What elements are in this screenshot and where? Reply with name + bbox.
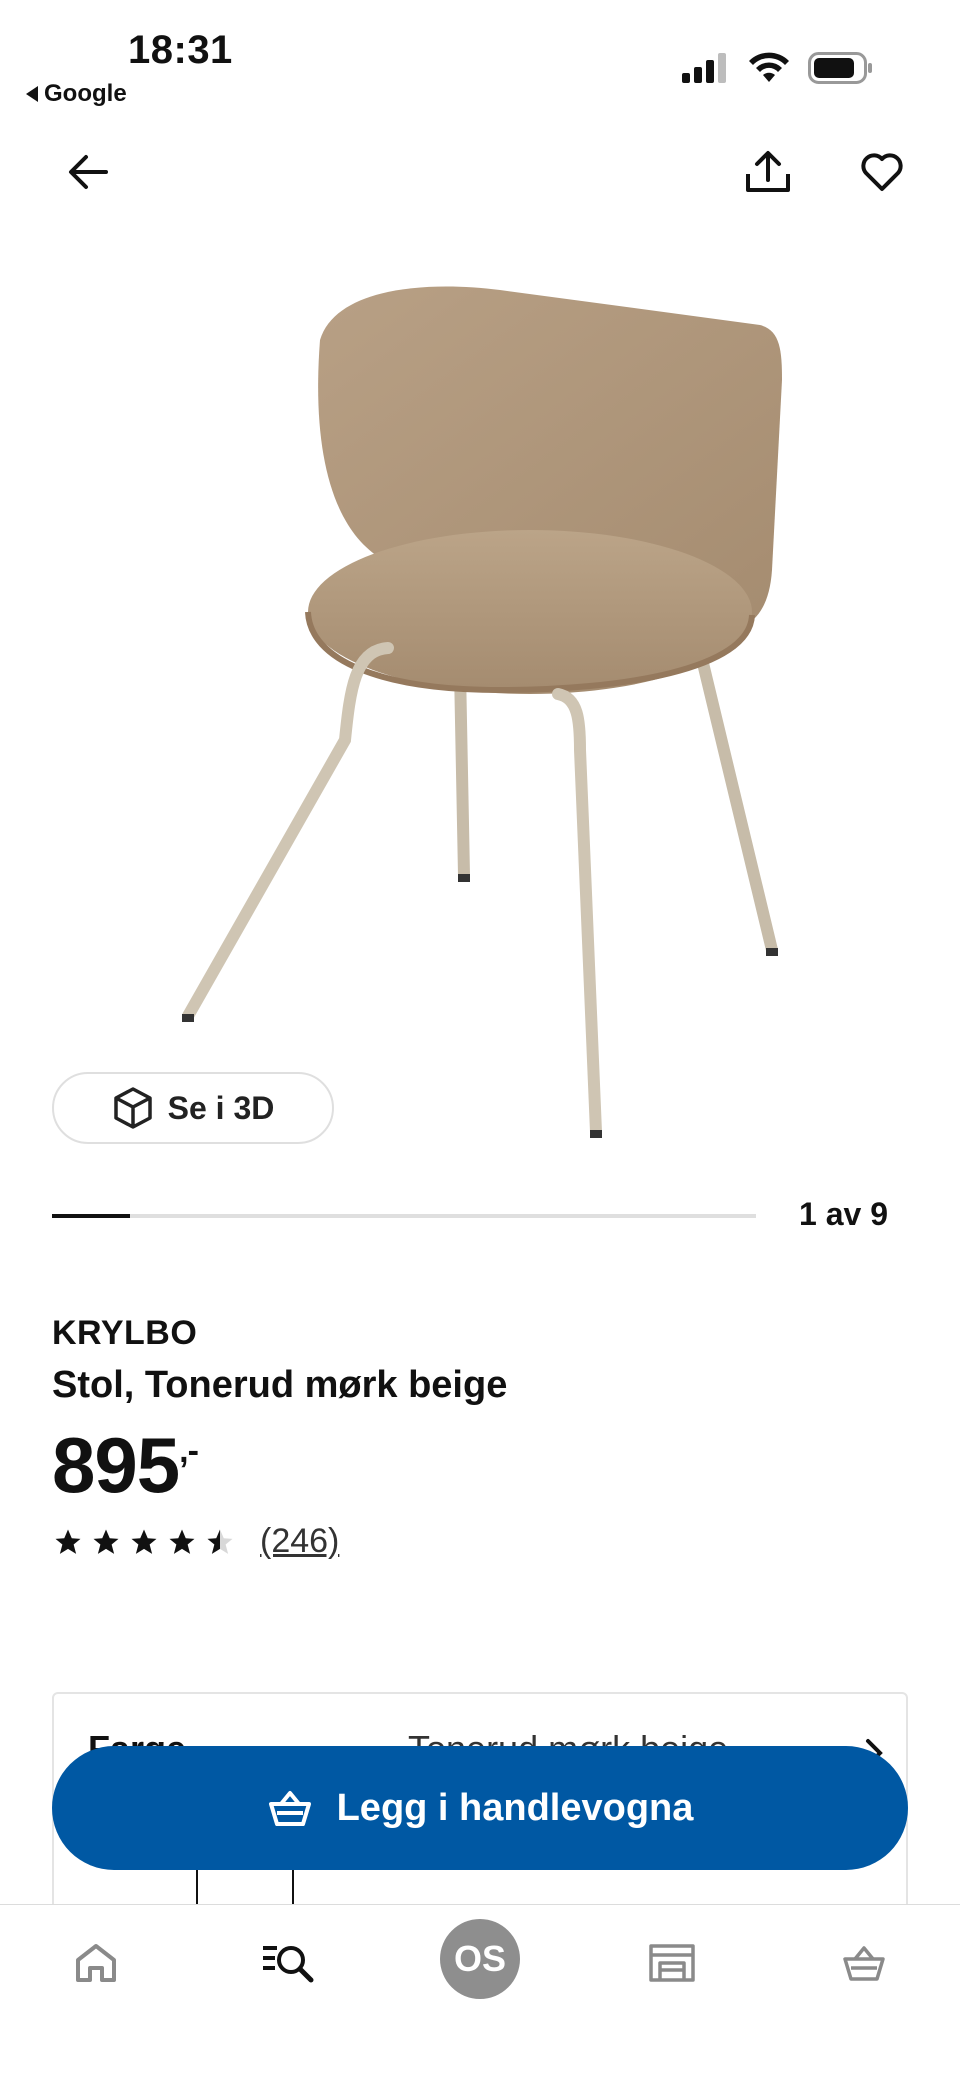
view-3d-label: Se i 3D <box>167 1089 275 1126</box>
view-3d-button[interactable]: Se i 3D <box>52 1072 334 1144</box>
back-app-label: Google <box>44 80 127 107</box>
cube-icon <box>113 1087 152 1129</box>
star-icon <box>55 1529 81 1554</box>
star-icon <box>131 1529 157 1554</box>
status-bar: 18:31 Google <box>0 0 960 120</box>
home-icon <box>76 1944 116 1982</box>
product-rating[interactable]: (246) <box>52 1522 339 1561</box>
tab-home[interactable] <box>56 1923 136 2003</box>
share-button[interactable] <box>736 140 800 204</box>
product-image[interactable] <box>160 270 800 1150</box>
tab-store[interactable] <box>632 1923 712 2003</box>
price-amount: 895 <box>52 1421 180 1509</box>
product-brand: KRYLBO <box>52 1314 198 1352</box>
gallery-progress-bar <box>52 1214 756 1218</box>
arrow-left-icon <box>69 155 108 189</box>
review-count-link[interactable]: (246) <box>260 1522 339 1561</box>
product-description: Stol, Tonerud mørk beige <box>52 1364 508 1406</box>
back-to-app-link[interactable]: Google <box>26 80 127 108</box>
status-time: 18:31 <box>128 28 233 72</box>
top-navigation <box>0 140 960 204</box>
add-to-cart-button[interactable]: Legg i handlevogna <box>52 1746 908 1870</box>
battery-icon <box>808 52 872 84</box>
search-list-icon <box>263 1946 314 1983</box>
favorite-button[interactable] <box>850 140 914 204</box>
share-icon <box>746 151 790 192</box>
half-star-icon <box>207 1529 233 1554</box>
heart-icon <box>861 153 903 191</box>
wifi-icon <box>749 52 789 82</box>
basket-icon <box>268 1791 311 1826</box>
gallery-counter: 1 av 9 <box>799 1196 888 1232</box>
tab-cart[interactable] <box>824 1923 904 2003</box>
star-icon <box>169 1529 195 1554</box>
product-price: 895 ,- <box>52 1420 199 1511</box>
tab-profile-avatar[interactable]: OS <box>440 1919 520 1999</box>
price-suffix: ,- <box>179 1432 199 1470</box>
basket-icon <box>843 1946 885 1981</box>
gallery-progress-fill <box>52 1214 130 1218</box>
bottom-tab-bar: OS <box>0 1904 960 2086</box>
add-to-cart-label: Legg i handlevogna <box>336 1786 694 1829</box>
back-button[interactable] <box>56 140 120 204</box>
signal-icon <box>682 53 726 83</box>
store-icon <box>649 1944 695 1982</box>
tab-search[interactable] <box>248 1923 328 2003</box>
back-triangle-icon <box>26 86 38 102</box>
system-icons <box>682 52 874 84</box>
star-icon <box>93 1529 119 1554</box>
